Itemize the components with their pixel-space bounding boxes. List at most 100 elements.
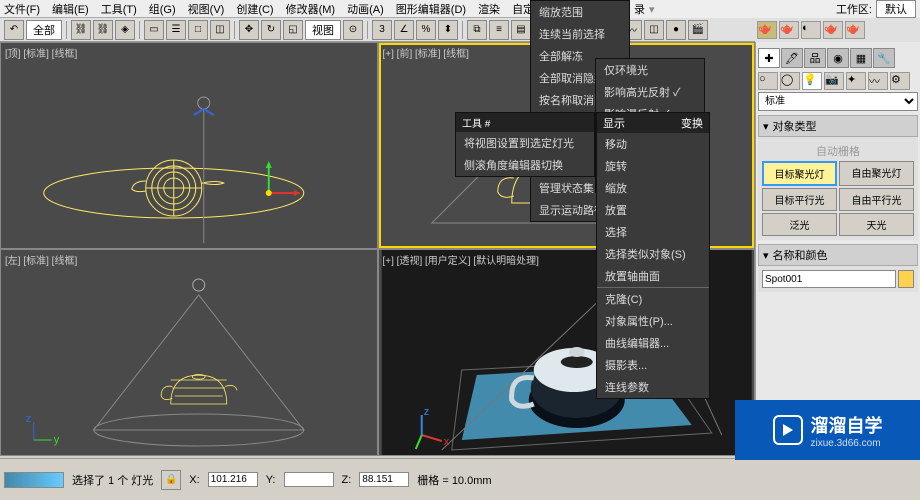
ref-coord[interactable]: 视图 xyxy=(305,20,341,40)
select-name-icon[interactable]: ☰ xyxy=(166,20,186,40)
quad-menu-transform[interactable]: 显示变换 移动 旋转 缩放 放置 选择 选择类似对象(S) 放置轴曲面 克隆(C… xyxy=(596,112,710,399)
tab-utilities[interactable]: 🔧 xyxy=(873,48,895,68)
snap-icon[interactable]: 3 xyxy=(372,20,392,40)
qm-hdr-xform: 变换 xyxy=(681,115,703,131)
light-type-dropdown[interactable]: 标准 xyxy=(758,92,918,111)
scale-icon[interactable]: ◱ xyxy=(283,20,303,40)
cat-shapes-icon[interactable]: ◯ xyxy=(780,72,800,90)
btn-target-spot[interactable]: 目标聚光灯 xyxy=(762,161,837,186)
move-icon[interactable]: ✥ xyxy=(239,20,259,40)
schematic-icon[interactable]: ◫ xyxy=(644,20,664,40)
layer-icon[interactable]: ▤ xyxy=(511,20,531,40)
rotate-icon[interactable]: ↻ xyxy=(261,20,281,40)
mi-placepivot[interactable]: 放置轴曲面 xyxy=(597,265,709,287)
undo-icon[interactable]: ↶ xyxy=(4,20,24,40)
cat-systems-icon[interactable]: ⚙ xyxy=(890,72,910,90)
tab-hierarchy[interactable]: 品 xyxy=(804,48,826,68)
mi-wireparam[interactable]: 连线参数 xyxy=(597,376,709,398)
mi-dopesheet[interactable]: 摄影表... xyxy=(597,354,709,376)
wm-url: zixue.3d66.com xyxy=(811,438,883,449)
menu-views[interactable]: 视图(V) xyxy=(188,1,225,17)
cat-cameras-icon[interactable]: 📷 xyxy=(824,72,844,90)
depot-icon[interactable]: ◐ xyxy=(801,21,821,39)
teapot-icon[interactable]: 🫖 xyxy=(757,21,777,39)
svg-text:x: x xyxy=(443,436,449,448)
select-rect-icon[interactable]: □ xyxy=(188,20,208,40)
link-icon[interactable]: ⛓ xyxy=(71,20,91,40)
mi-clone[interactable]: 克隆(C) xyxy=(597,288,709,310)
cat-helpers-icon[interactable]: ✦ xyxy=(846,72,866,90)
tab-motion[interactable]: ◉ xyxy=(827,48,849,68)
menu-render[interactable]: 渲染 xyxy=(478,1,500,17)
mi-objprops[interactable]: 对象属性(P)... xyxy=(597,310,709,332)
workspace-value[interactable]: 默认 xyxy=(876,0,916,18)
btn-free-direct[interactable]: 自由平行光 xyxy=(839,188,914,211)
menu-group[interactable]: 组(G) xyxy=(149,1,176,17)
viewport-top[interactable]: [顶] [标准] [线框] xyxy=(1,43,377,248)
teapot2-icon[interactable]: 🫖 xyxy=(779,21,799,39)
object-color-swatch[interactable] xyxy=(898,270,914,288)
mi-curveed[interactable]: 曲线编辑器... xyxy=(597,332,709,354)
render-setup-icon[interactable]: 🎬 xyxy=(688,20,708,40)
mirror-icon[interactable]: ⧉ xyxy=(467,20,487,40)
quad-menu-tools[interactable]: 工具 # 将视图设置到选定灯光 侧滚角度编辑器切换 xyxy=(455,112,595,177)
mi-setview[interactable]: 将视图设置到选定灯光 xyxy=(456,132,594,154)
object-name-field[interactable] xyxy=(762,270,896,288)
rollout-object-type[interactable]: ▾对象类型 xyxy=(758,115,918,137)
tab-modify[interactable]: 🖊 xyxy=(781,48,803,68)
coord-x[interactable] xyxy=(208,472,258,487)
filter-all[interactable]: 全部 xyxy=(26,20,62,40)
cat-lights-icon[interactable]: 💡 xyxy=(802,72,822,90)
rollout-name-color[interactable]: ▾名称和颜色 xyxy=(758,244,918,266)
rec-label: 录 xyxy=(634,1,645,17)
menu-file[interactable]: 文件(F) xyxy=(4,1,40,17)
align-icon[interactable]: ≡ xyxy=(489,20,509,40)
selection-status: 选择了 1 个 灯光 xyxy=(72,472,153,488)
mi-contsel[interactable]: 连续当前选择 xyxy=(531,23,629,45)
select-icon[interactable]: ▭ xyxy=(144,20,164,40)
window-cross-icon[interactable]: ◫ xyxy=(210,20,230,40)
menu-create[interactable]: 创建(C) xyxy=(236,1,273,17)
teapot4-icon[interactable]: 🫖 xyxy=(845,21,865,39)
mi-spec[interactable]: 影响高光反射 ✓ xyxy=(596,81,704,103)
mi-roll[interactable]: 侧滚角度编辑器切换 xyxy=(456,154,594,176)
angle-snap-icon[interactable]: ∠ xyxy=(394,20,414,40)
btn-omni[interactable]: 泛光 xyxy=(762,213,837,236)
viewport-left[interactable]: [左] [标准] [线框] yz xyxy=(1,250,377,455)
coord-y[interactable] xyxy=(284,472,334,487)
coord-z[interactable] xyxy=(359,472,409,487)
menu-graph[interactable]: 图形编辑器(D) xyxy=(396,1,466,17)
time-slider[interactable] xyxy=(4,472,64,488)
btn-target-direct[interactable]: 目标平行光 xyxy=(762,188,837,211)
svg-text:y: y xyxy=(54,434,60,446)
mi-ambient[interactable]: 仅环境光 xyxy=(596,59,704,81)
mi-selsimilar[interactable]: 选择类似对象(S) xyxy=(597,243,709,265)
x-label: X: xyxy=(189,474,199,486)
grid-status: 栅格 = 10.0mm xyxy=(417,472,491,488)
btn-free-spot[interactable]: 自由聚光灯 xyxy=(839,161,914,186)
menu-edit[interactable]: 编辑(E) xyxy=(52,1,89,17)
tab-create[interactable]: ✚ xyxy=(758,48,780,68)
cat-geom-icon[interactable]: ○ xyxy=(758,72,778,90)
menu-modifiers[interactable]: 修改器(M) xyxy=(286,1,336,17)
material-icon[interactable]: ● xyxy=(666,20,686,40)
unlink-icon[interactable]: ⛓ xyxy=(93,20,113,40)
cat-spacewarp-icon[interactable]: 〰 xyxy=(868,72,888,90)
mi-rotate[interactable]: 旋转 xyxy=(597,155,709,177)
mi-zoomext[interactable]: 缩放范围 xyxy=(531,1,629,23)
mi-scale[interactable]: 缩放 xyxy=(597,177,709,199)
btn-skylight[interactable]: 天光 xyxy=(839,213,914,236)
teapot3-icon[interactable]: 🫖 xyxy=(823,21,843,39)
bind-icon[interactable]: ◈ xyxy=(115,20,135,40)
mi-move[interactable]: 移动 xyxy=(597,133,709,155)
mi-select[interactable]: 选择 xyxy=(597,221,709,243)
menu-tools[interactable]: 工具(T) xyxy=(101,1,137,17)
lock-icon[interactable]: 🔒 xyxy=(161,470,181,490)
pivot-icon[interactable]: ⊙ xyxy=(343,20,363,40)
right-icon-row: 🫖 🫖 ◐ 🫖 🫖 xyxy=(755,18,920,42)
percent-snap-icon[interactable]: % xyxy=(416,20,436,40)
spinner-snap-icon[interactable]: ⬍ xyxy=(438,20,458,40)
menu-animation[interactable]: 动画(A) xyxy=(347,1,384,17)
mi-place[interactable]: 放置 xyxy=(597,199,709,221)
tab-display[interactable]: ▦ xyxy=(850,48,872,68)
